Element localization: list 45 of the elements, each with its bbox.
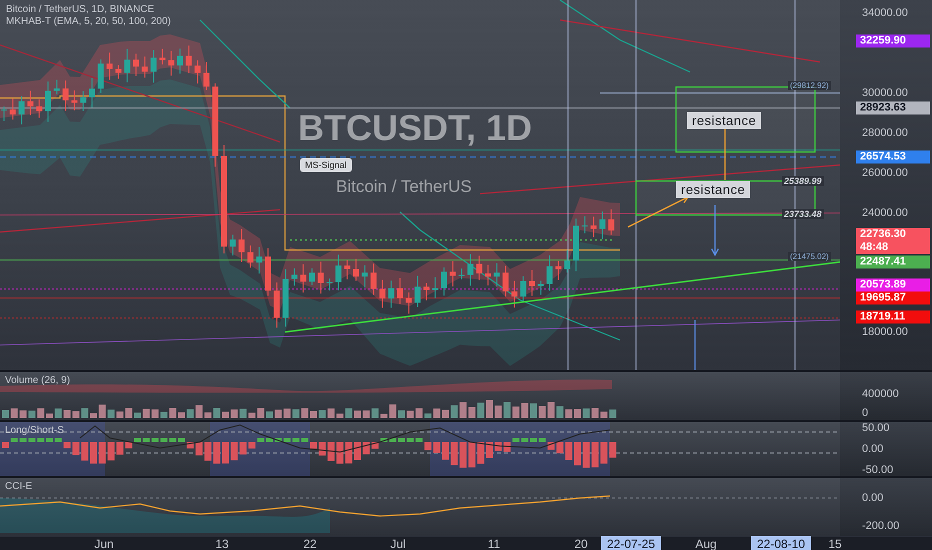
time-label: 11: [486, 536, 502, 550]
price-label: 19695.87: [856, 292, 930, 304]
resistance-label: resistance: [687, 112, 762, 129]
price-label: 22487.41: [856, 256, 930, 268]
pane-title: Volume (26, 9): [5, 375, 70, 386]
price-tick: 18000.00: [862, 326, 908, 338]
time-label: 13: [214, 536, 230, 550]
indicator-title: MKHAB-T (EMA, 5, 20, 50, 100, 200): [6, 16, 171, 27]
axis-tick: -200.00: [862, 520, 900, 532]
axis-tick: 50.00: [862, 422, 890, 434]
signal-label: MS-Signal: [300, 158, 352, 172]
axis-tick: 0.00: [862, 443, 884, 455]
axis-tick: 0: [862, 407, 868, 419]
price-tick: 24000.00: [862, 207, 908, 219]
price-tick: 26000.00: [862, 167, 908, 179]
price-tick: 28000.00: [862, 127, 908, 139]
axis-tick: 0.00: [862, 492, 884, 504]
symbol-name-watermark: Bitcoin / TetherUS: [336, 178, 472, 196]
symbol-title: Bitcoin / TetherUS, 1D, BINANCE: [6, 4, 154, 15]
price-tick: 30000.00: [862, 87, 908, 99]
pane-title: CCI-E: [5, 481, 32, 492]
axis-tick: -50.00: [862, 464, 894, 476]
time-label: 22-07-25: [600, 536, 662, 550]
price-level-label: (21475.02): [788, 252, 831, 261]
time-label: 20: [573, 536, 589, 550]
price-label: 26574.53: [856, 150, 930, 164]
time-label: Aug: [694, 536, 718, 550]
time-label: 22: [302, 536, 318, 550]
resistance-label: resistance: [676, 181, 750, 198]
price-label: 22736.30 48:48: [856, 228, 930, 254]
symbol-watermark: BTCUSDT, 1D: [298, 110, 532, 146]
pane-title: Long/Short-S: [5, 425, 64, 436]
time-label: Jun: [93, 536, 115, 550]
price-label: 28923.63: [856, 102, 930, 114]
price-label: 32259.90: [856, 34, 930, 48]
axis-tick: 400000: [862, 388, 899, 400]
price-level-label: (29812.92): [788, 81, 831, 90]
time-label: Jul: [389, 536, 407, 550]
time-label: 15: [827, 536, 843, 550]
price-label: 18719.11: [856, 310, 930, 324]
price-level-label: 23733.48: [782, 209, 824, 219]
price-label: 20573.89: [856, 278, 930, 292]
price-tick: 34000.00: [862, 7, 908, 19]
price-level-label: 25389.99: [782, 176, 824, 186]
time-label: 22-08-10: [750, 536, 812, 550]
